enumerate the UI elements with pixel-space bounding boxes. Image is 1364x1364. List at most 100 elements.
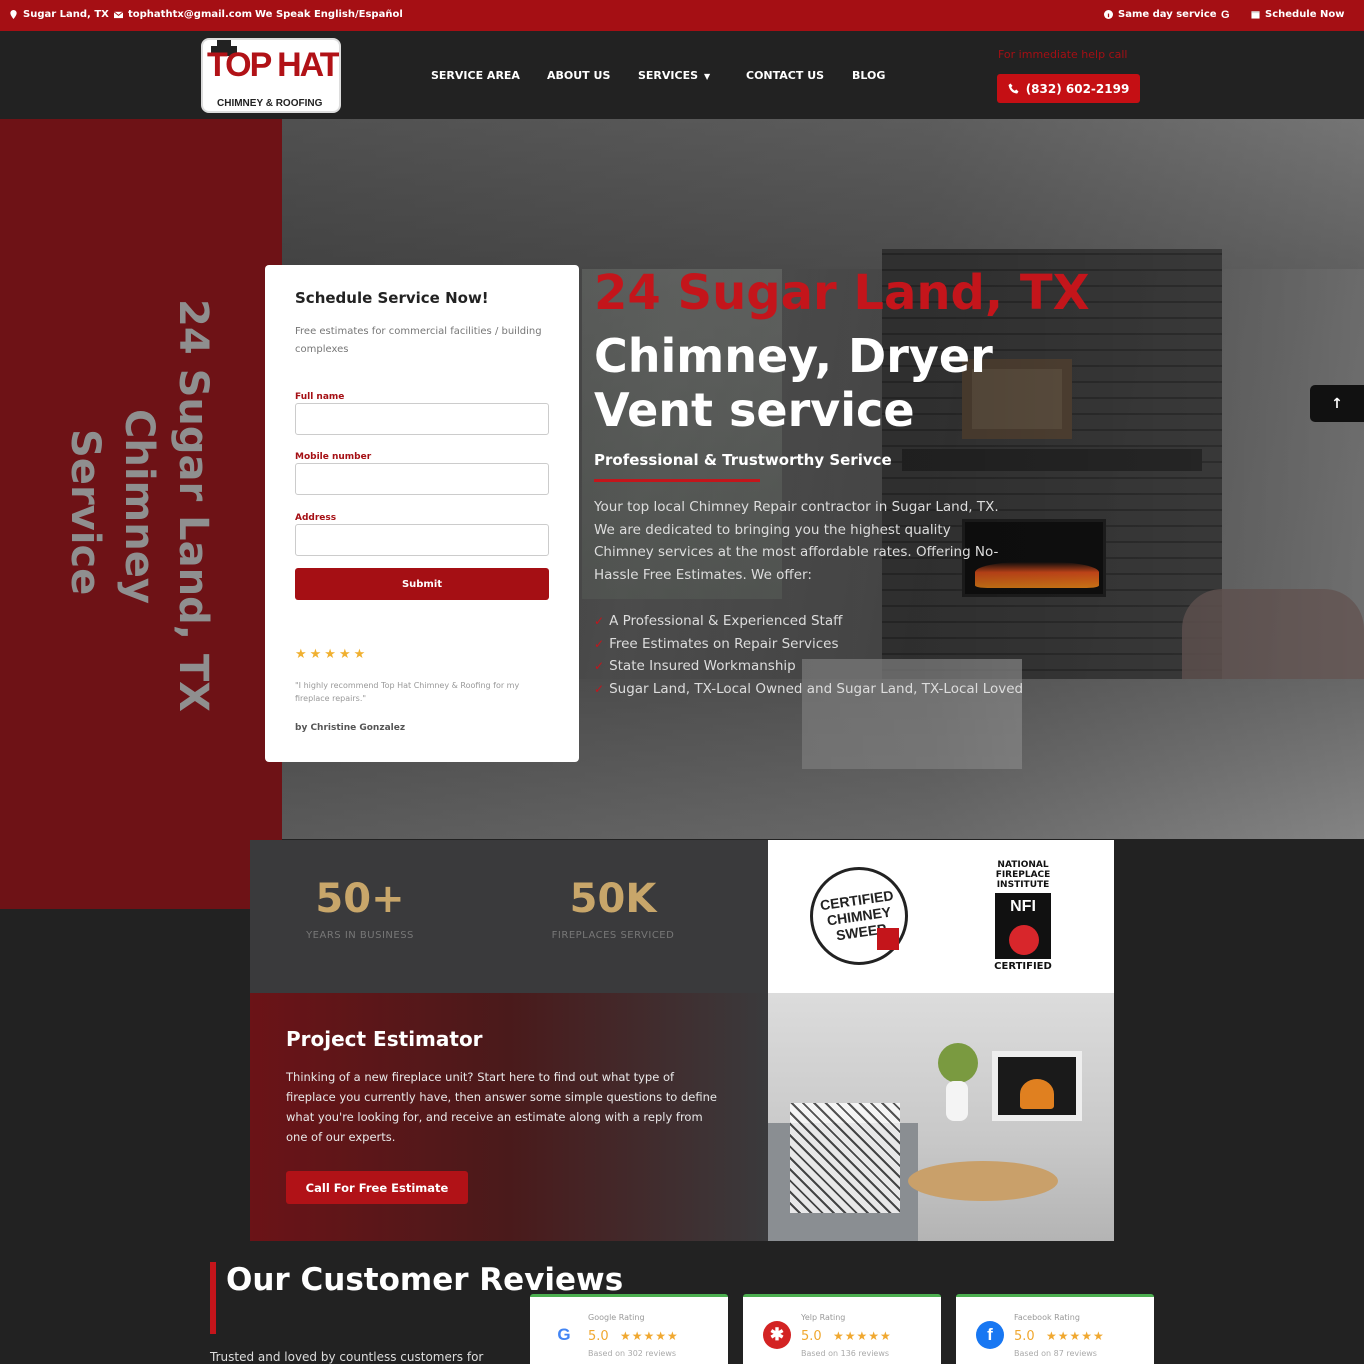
estimator-title: Project Estimator	[286, 1027, 483, 1051]
location-text: Sugar Land, TX	[23, 9, 109, 20]
csia-certified-badge: CERTIFIED CHIMNEY SWEEP	[810, 867, 908, 965]
logo-brand: TOP HAT	[207, 46, 339, 84]
calendar-icon	[1251, 11, 1260, 19]
rating-score: 5.0	[801, 1329, 822, 1344]
email-item[interactable]: tophathtx@gmail.com	[114, 9, 252, 20]
list-item-text: Sugar Land, TX-Local Owned and Sugar Lan…	[609, 680, 1024, 697]
stat-value: 50+	[315, 876, 405, 922]
languages-text: We Speak English/Español	[255, 9, 403, 20]
same-day-item: Same day service	[1104, 9, 1217, 20]
stats-panel: 50+ YEARS IN BUSINESS 50K FIREPLACES SER…	[250, 840, 768, 993]
hero-section: 24 Sugar Land, TX Chimney Service Schedu…	[0, 119, 1364, 909]
vertical-title-line-3: Service	[62, 429, 108, 596]
full-name-input[interactable]	[295, 403, 549, 435]
vase	[946, 1081, 968, 1121]
rating-stars: ★★★★★	[1046, 1329, 1105, 1343]
rating-count: Based on 136 reviews	[801, 1349, 890, 1358]
envelope-icon	[114, 11, 123, 19]
hero-headline: Chimney, Dryer Vent service	[594, 329, 993, 437]
submit-button[interactable]: Submit	[295, 568, 549, 600]
site-header: TOP HAT CHIMNEY & ROOFING SERVICE AREA A…	[0, 31, 1364, 119]
rating-label: Yelp Rating	[801, 1313, 846, 1322]
hero-city-heading: 24 Sugar Land, TX	[594, 265, 1090, 321]
schedule-form: Schedule Service Now! Free estimates for…	[265, 265, 579, 762]
divider	[594, 479, 760, 482]
scroll-to-top-button[interactable]: ↑	[1310, 385, 1364, 422]
google-icon: G	[557, 1325, 571, 1344]
throw-blanket	[790, 1103, 900, 1213]
top-bar: Sugar Land, TX tophathtx@gmail.com We Sp…	[0, 0, 1364, 31]
schedule-item[interactable]: Schedule Now	[1251, 9, 1344, 20]
emergency-text: For immediate help call	[998, 48, 1128, 61]
google-icon[interactable]: G	[1221, 9, 1230, 21]
rating-count: Based on 87 reviews	[1014, 1349, 1097, 1358]
list-item: ✓ Free Estimates on Repair Services	[594, 633, 1114, 656]
logo-subtitle: CHIMNEY & ROOFING	[217, 98, 323, 109]
yelp-rating-card[interactable]: ✱ Yelp Rating 5.0 ★★★★★ Based on 136 rev…	[743, 1294, 941, 1364]
reviews-title: Our Customer Reviews	[226, 1262, 623, 1298]
info-icon	[1104, 10, 1113, 19]
full-name-label: Full name	[295, 392, 345, 402]
yelp-icon: ✱	[763, 1321, 791, 1349]
check-icon: ✓	[594, 614, 605, 628]
phone-number: (832) 602-2199	[1025, 81, 1130, 96]
nav-services[interactable]: SERVICES ▼	[638, 69, 710, 82]
form-title: Schedule Service Now!	[295, 289, 489, 307]
reviews-subtitle: Trusted and loved by countless customers…	[210, 1350, 484, 1364]
nfi-title: NATIONAL FIREPLACE INSTITUTE	[995, 860, 1051, 890]
google-rating-card[interactable]: G Google Rating 5.0 ★★★★★ Based on 302 r…	[530, 1294, 728, 1364]
check-icon: ✓	[594, 681, 605, 696]
chevron-down-icon: ▼	[704, 72, 711, 81]
flag-icon	[877, 928, 899, 950]
nav-contact-us[interactable]: CONTACT US	[746, 69, 824, 82]
form-description: Free estimates for commercial facilities…	[295, 326, 542, 355]
nfi-certified-text: CERTIFIED	[994, 961, 1052, 972]
flame-icon	[1009, 925, 1039, 955]
fire-flame	[1020, 1079, 1054, 1109]
site-logo[interactable]: TOP HAT CHIMNEY & ROOFING	[201, 38, 341, 113]
reviews-title-text: Our Customer Reviews	[226, 1262, 624, 1298]
rating-count: Based on 302 reviews	[588, 1349, 677, 1358]
reviews-accent-bar	[210, 1262, 216, 1334]
arrow-up-icon: ↑	[1331, 395, 1343, 412]
nfi-certified-badge: NATIONAL FIREPLACE INSTITUTE NFI CERTIFI…	[992, 860, 1054, 976]
email-link[interactable]: tophathtx@gmail.com	[128, 9, 252, 20]
stat-fireplaces: 50K FIREPLACES SERVICED	[503, 876, 723, 941]
schedule-link[interactable]: Schedule Now	[1265, 9, 1344, 20]
nav-service-area[interactable]: SERVICE AREA	[431, 69, 520, 82]
project-estimator: Project Estimator Thinking of a new fire…	[250, 993, 768, 1241]
living-room-image	[768, 993, 1114, 1241]
list-item-text: State Insured Workmanship	[609, 658, 796, 674]
stat-label: YEARS IN BUSINESS	[306, 930, 414, 941]
testimonial-quote: "I highly recommend Top Hat Chimney & Ro…	[295, 681, 520, 703]
free-estimate-button[interactable]: Call For Free Estimate	[286, 1171, 468, 1204]
estimator-text: Thinking of a new fireplace unit? Start …	[286, 1070, 717, 1144]
corner-fireplace	[992, 1051, 1082, 1121]
same-day-text: Same day service	[1118, 9, 1217, 20]
facebook-icon: f	[976, 1321, 1004, 1349]
nfi-mark: NFI	[1010, 898, 1036, 915]
hero-text: 24 Sugar Land, TX Chimney, Dryer Vent se…	[594, 265, 1114, 700]
stat-label: FIREPLACES SERVICED	[551, 930, 675, 941]
rating-score: 5.0	[588, 1329, 609, 1344]
facebook-rating-card[interactable]: f Facebook Rating 5.0 ★★★★★ Based on 87 …	[956, 1294, 1154, 1364]
nav-blog[interactable]: BLOG	[852, 69, 885, 82]
vertical-title-line-1: 24 Sugar Land, TX	[170, 299, 216, 712]
address-input[interactable]	[295, 524, 549, 556]
plant	[938, 1043, 978, 1083]
hero-subheadline: Professional & Trustworthy Serivce	[594, 451, 892, 469]
page: Sugar Land, TX tophathtx@gmail.com We Sp…	[0, 0, 1364, 1364]
vertical-title-line-2: Chimney	[116, 409, 162, 604]
benefits-list: ✓ A Professional & Experienced Staff ✓ Fre…	[594, 610, 1114, 700]
nav-about-us[interactable]: ABOUT US	[547, 69, 610, 82]
call-phone-button[interactable]: (832) 602-2199	[997, 74, 1140, 103]
list-item-text: A Professional & Experienced Staff	[609, 613, 843, 629]
rating-stars: ★★★★★	[833, 1329, 892, 1343]
nfi-logo: NFI	[995, 893, 1051, 959]
vertical-title: 24 Sugar Land, TX Chimney Service	[42, 299, 242, 739]
list-item: ✓ A Professional & Experienced Staff	[594, 610, 1114, 633]
stat-years: 50+ YEARS IN BUSINESS	[250, 876, 470, 941]
list-item-text: Free Estimates on Repair Services	[609, 635, 839, 652]
rating-label: Google Rating	[588, 1313, 645, 1322]
mobile-input[interactable]	[295, 463, 549, 495]
